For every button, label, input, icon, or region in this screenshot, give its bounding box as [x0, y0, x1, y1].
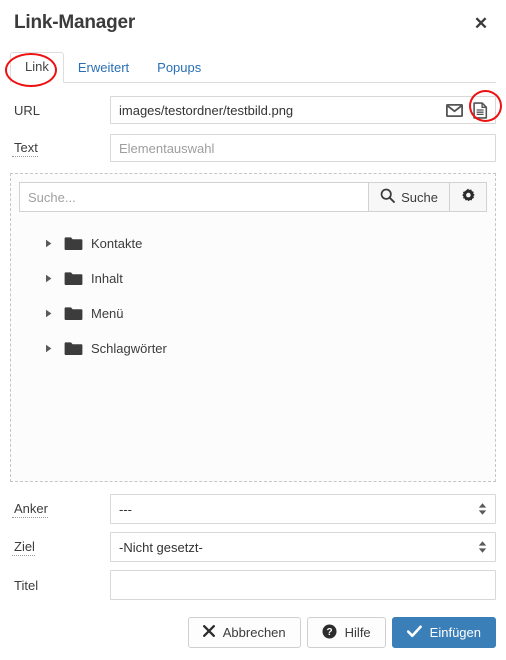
page-title: Link-Manager [14, 12, 136, 33]
search-button[interactable]: Suche [368, 182, 449, 212]
ziel-label-cell: Ziel [10, 539, 110, 556]
help-button[interactable]: ? Hilfe [306, 617, 386, 648]
tab-bar: Link Erweitert Popups [10, 52, 496, 83]
picker-search-bar: Suche [19, 182, 487, 212]
anker-label-cell: Anker [10, 501, 110, 518]
list-item[interactable]: Inhalt [19, 261, 487, 296]
search-input[interactable] [19, 182, 369, 212]
url-row: URL [10, 91, 496, 129]
list-item[interactable]: Menü [19, 296, 487, 331]
anker-select[interactable]: --- [110, 494, 496, 524]
text-label-cell: Text [10, 140, 110, 157]
text-row: Text [10, 129, 496, 167]
chevron-right-icon[interactable] [45, 309, 59, 318]
tree-item-label: Menü [91, 306, 124, 321]
element-tree: Kontakte Inhalt Menü Schlagwörter [19, 226, 487, 366]
cancel-button[interactable]: Abbrechen [187, 617, 301, 648]
dialog-footer: Abbrechen ? Hilfe Einfügen [187, 617, 496, 648]
list-item[interactable]: Schlagwörter [19, 331, 487, 366]
insert-button[interactable]: Einfügen [391, 617, 496, 648]
ziel-select[interactable]: -Nicht gesetzt- [110, 532, 496, 562]
tab-link[interactable]: Link [10, 52, 64, 83]
close-icon[interactable]: ✕ [470, 12, 492, 34]
tree-item-label: Schlagwörter [91, 341, 167, 356]
picker-settings-button[interactable] [449, 182, 487, 212]
url-label-cell: URL [10, 103, 110, 118]
folder-icon [59, 306, 87, 321]
svg-text:?: ? [326, 627, 332, 638]
ziel-select-value: -Nicht gesetzt- [119, 539, 203, 555]
chevron-right-icon[interactable] [45, 344, 59, 353]
anker-label: Anker [12, 500, 48, 518]
titel-label-cell: Titel [10, 578, 110, 593]
question-circle-icon: ? [322, 624, 337, 642]
titel-row: Titel [10, 566, 496, 604]
anker-select-value: --- [119, 501, 132, 517]
ziel-row: Ziel -Nicht gesetzt- [10, 528, 496, 566]
insert-button-label: Einfügen [429, 625, 481, 640]
folder-icon [59, 271, 87, 286]
check-icon [406, 625, 422, 641]
titel-input[interactable] [110, 570, 496, 600]
ziel-field-wrap: -Nicht gesetzt- [110, 532, 496, 562]
search-icon [380, 188, 396, 206]
text-field-wrap [110, 134, 496, 162]
element-picker-panel: Suche Kontakte [10, 173, 496, 482]
anker-field-wrap: --- [110, 494, 496, 524]
tree-item-label: Inhalt [91, 271, 123, 286]
titel-field-wrap [110, 570, 496, 600]
tab-popups[interactable]: Popups [143, 54, 215, 83]
text-input[interactable] [110, 134, 496, 162]
spinner-icon [478, 541, 487, 553]
help-button-label: Hilfe [344, 625, 371, 640]
anker-row: Anker --- [10, 490, 496, 528]
tab-erweitert[interactable]: Erweitert [64, 54, 143, 83]
dialog-titlebar: Link-Manager ✕ [0, 0, 506, 46]
gear-icon [460, 188, 476, 207]
ziel-label: Ziel [12, 538, 35, 556]
document-icon[interactable] [473, 101, 488, 119]
chevron-right-icon[interactable] [45, 239, 59, 248]
titel-label: Titel [14, 577, 39, 593]
mail-icon[interactable] [446, 103, 463, 117]
text-label: Text [12, 139, 38, 157]
x-icon [202, 625, 215, 640]
url-field-icons [446, 96, 488, 124]
tree-item-label: Kontakte [91, 236, 143, 251]
folder-icon [59, 236, 87, 251]
list-item[interactable]: Kontakte [19, 226, 487, 261]
chevron-right-icon[interactable] [45, 274, 59, 283]
cancel-button-label: Abbrechen [222, 625, 286, 640]
spinner-icon [478, 503, 487, 515]
url-field-wrap [110, 96, 496, 124]
folder-icon [59, 341, 87, 356]
search-button-label: Suche [401, 189, 438, 205]
url-input[interactable] [110, 96, 496, 124]
url-label: URL [14, 102, 41, 118]
